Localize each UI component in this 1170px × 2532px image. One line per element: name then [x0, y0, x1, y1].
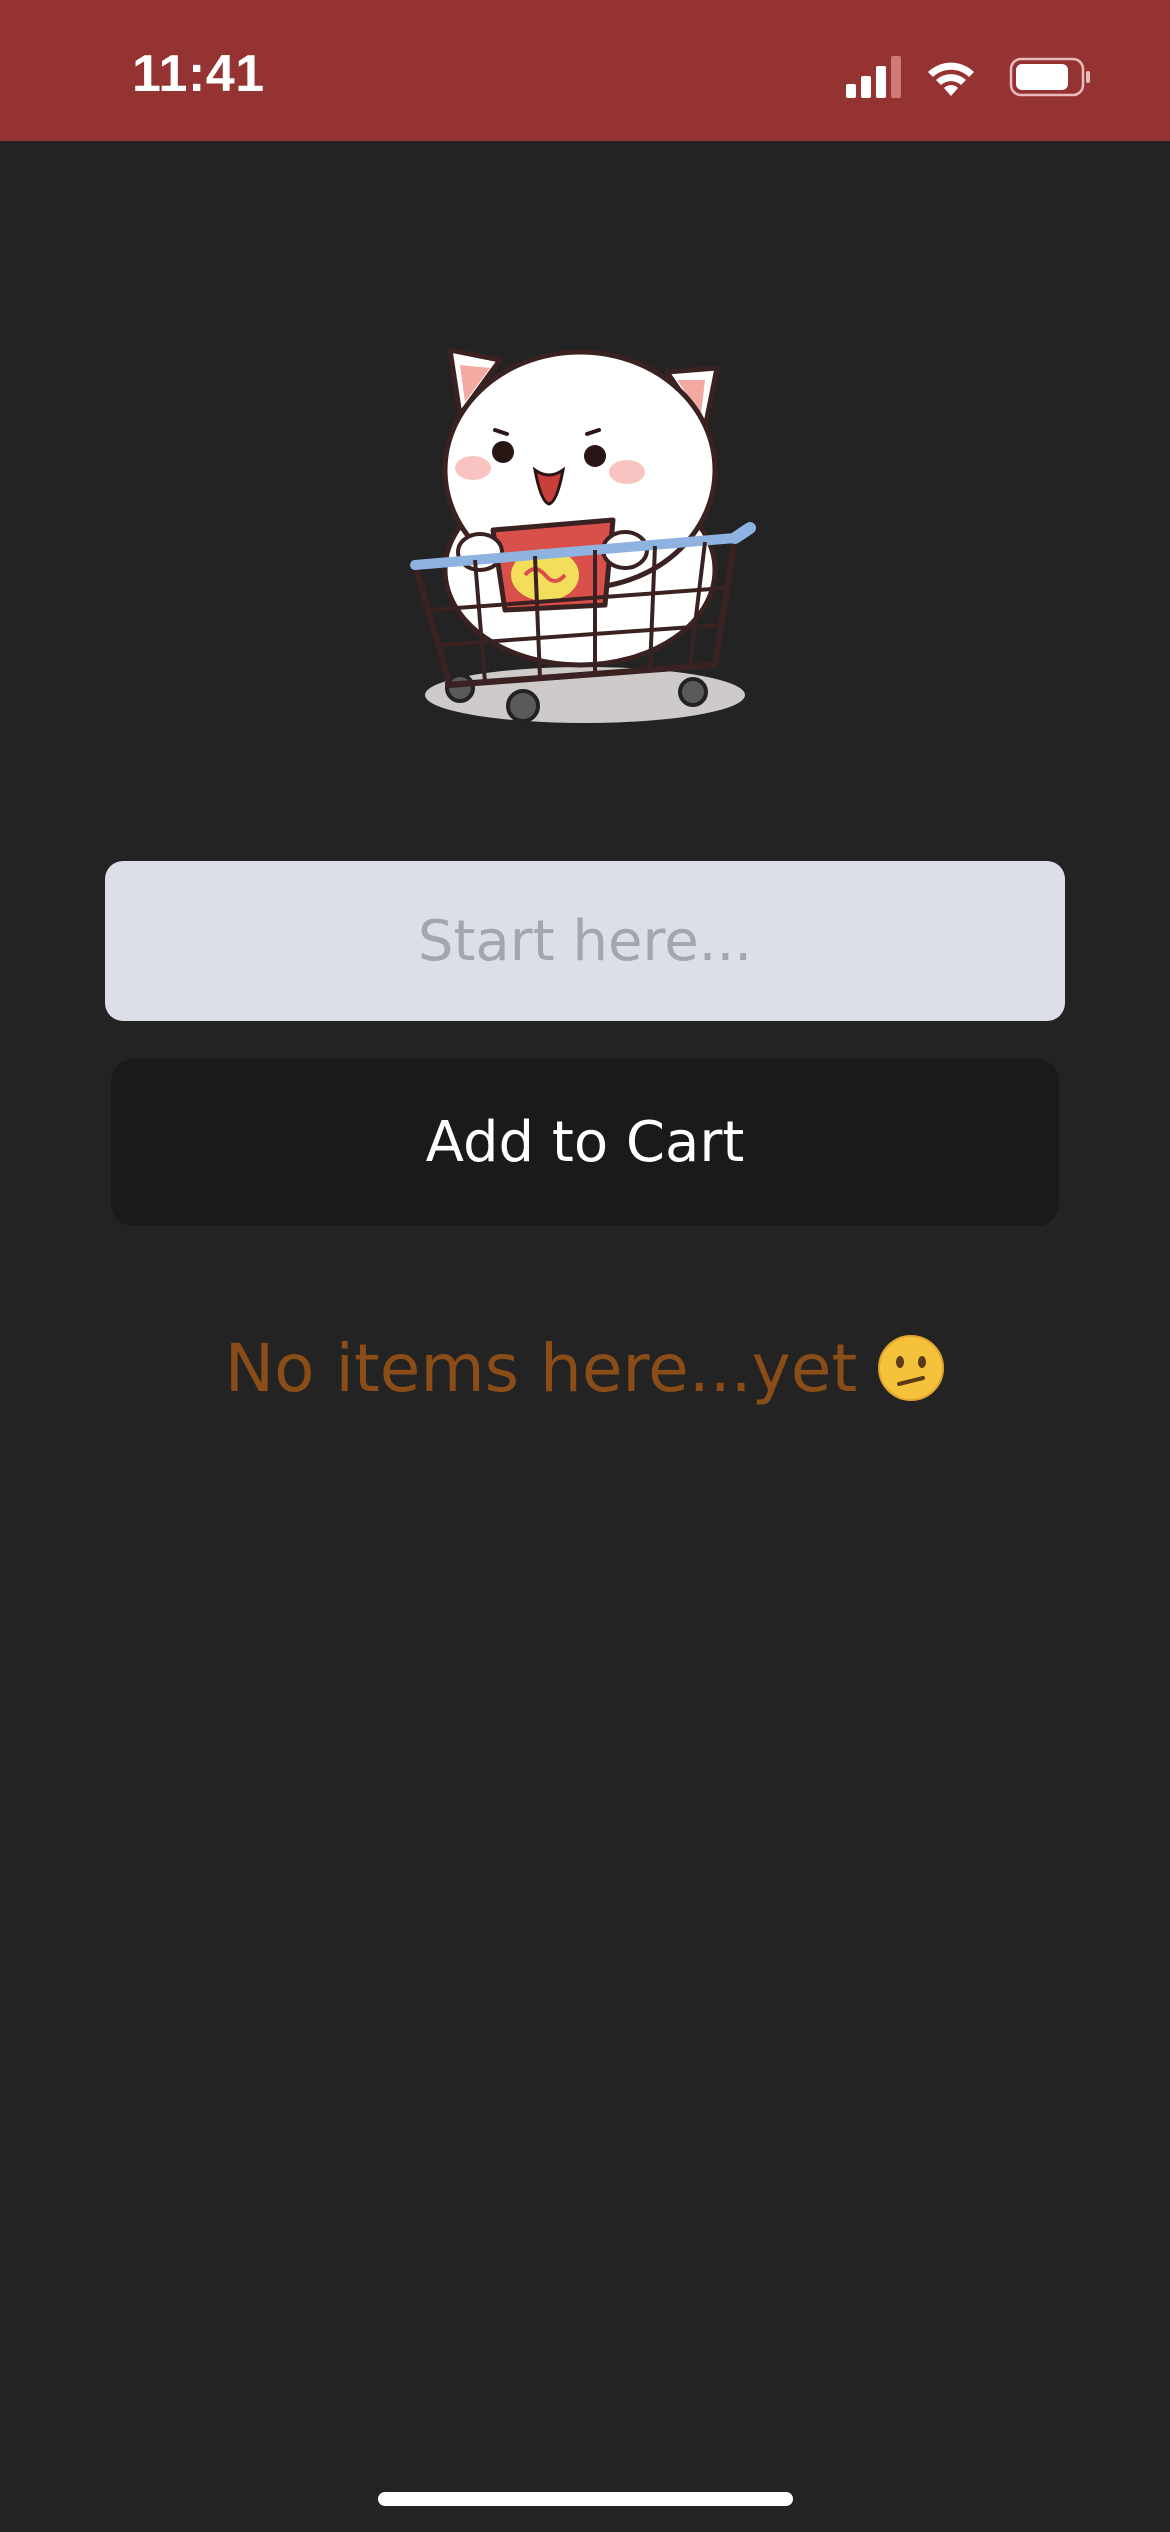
empty-state-message: No items here...yet: [224, 1330, 858, 1407]
cellular-signal-icon: [846, 56, 901, 98]
status-bar: 11:41: [0, 0, 1170, 141]
app-screen: 11:41 Start here... Add to Cart No items…: [0, 0, 1170, 2532]
home-indicator[interactable]: [378, 2492, 793, 2506]
status-time: 11:41: [132, 45, 265, 103]
item-input[interactable]: [105, 861, 1065, 1021]
empty-state: No items here...yet: [0, 1330, 1170, 1407]
confused-face-icon: [877, 1334, 945, 1402]
battery-icon: [1009, 57, 1090, 97]
cat-in-cart-illustration: [405, 320, 765, 740]
wifi-icon: [928, 62, 974, 96]
add-to-cart-button[interactable]: Add to Cart: [111, 1059, 1059, 1226]
status-icons: [846, 52, 1092, 102]
